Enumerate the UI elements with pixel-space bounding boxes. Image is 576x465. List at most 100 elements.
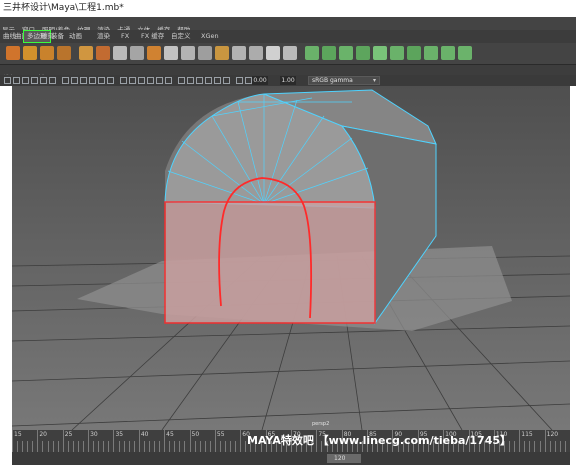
auto-map-icon[interactable]	[424, 46, 438, 60]
cylinder-icon[interactable]	[40, 46, 54, 60]
viewport-tool-icon[interactable]	[40, 77, 47, 84]
viewport-tool-icon[interactable]	[245, 77, 252, 84]
timeline-tick	[67, 441, 69, 452]
bridge-icon[interactable]	[198, 46, 212, 60]
viewport-tool-icon[interactable]	[120, 77, 127, 84]
viewport-tool-icon[interactable]	[147, 77, 154, 84]
insert-edge-loop-icon[interactable]	[305, 46, 319, 60]
timeline-tick	[42, 441, 44, 452]
timeline-tick	[32, 441, 34, 452]
extrude-icon[interactable]	[215, 46, 229, 60]
offset-edge-loop-icon[interactable]	[322, 46, 336, 60]
viewport-tool-icon[interactable]	[22, 77, 29, 84]
cube-icon[interactable]	[23, 46, 37, 60]
viewport-tool-icon[interactable]	[62, 77, 69, 84]
timeline-tick	[143, 441, 145, 452]
shelf-tab-9[interactable]: 自定义	[168, 31, 194, 42]
timeline-tick	[27, 441, 29, 452]
timeline-tick-label: 120	[546, 431, 559, 438]
separate-icon[interactable]	[147, 46, 161, 60]
viewport-tool-icon[interactable]	[196, 77, 203, 84]
multi-cut-icon[interactable]	[283, 46, 297, 60]
append-icon[interactable]	[249, 46, 263, 60]
timeline-tick-label: 50	[191, 431, 200, 438]
mirror-icon[interactable]	[164, 46, 178, 60]
viewport-tool-icon[interactable]	[165, 77, 172, 84]
viewport[interactable]: persp2	[12, 86, 570, 430]
timeline-tick-label: 30	[90, 431, 98, 438]
viewport-tool-icon[interactable]	[223, 77, 230, 84]
window-title: 三井杯设计\Maya\工程1.mb*	[0, 0, 576, 17]
color-space-dropdown[interactable]: sRGB gamma ▾	[308, 76, 380, 85]
pipe-icon[interactable]	[113, 46, 127, 60]
torus-icon[interactable]	[96, 46, 110, 60]
value2-field[interactable]: 1.00	[280, 76, 296, 85]
viewport-tool-icon[interactable]	[71, 77, 78, 84]
planar-map-icon[interactable]	[373, 46, 387, 60]
shelf-tab-4[interactable]: 装备	[48, 31, 67, 42]
viewport-tool-icon[interactable]	[13, 77, 20, 84]
timeline-tick	[169, 441, 171, 452]
shelf-tab-7[interactable]: FX	[118, 31, 132, 42]
camera-label: persp2	[312, 421, 329, 427]
menubar: 显示窗口照明/着色纹理渲染卡通立体缓存帮助	[0, 17, 576, 34]
timeline-tick	[83, 441, 85, 452]
uv-editor-icon[interactable]	[356, 46, 370, 60]
shelf-tab-8[interactable]: FX 缓存	[138, 31, 167, 42]
timeline-tick	[98, 441, 100, 452]
viewport-tool-icon[interactable]	[31, 77, 38, 84]
timeline-tick	[225, 441, 227, 452]
right-edge	[570, 86, 576, 465]
fill-hole-icon[interactable]	[266, 46, 280, 60]
timeline-tick	[133, 441, 135, 452]
timeline-tick-label: 115	[521, 431, 533, 438]
unfold-icon[interactable]	[441, 46, 455, 60]
value1-field[interactable]: 0.00	[252, 76, 268, 85]
timeline-tick	[209, 441, 211, 452]
shelf-tab-5[interactable]: 动画	[66, 31, 85, 42]
viewport-tool-icon[interactable]	[107, 77, 114, 84]
timeline-tick	[93, 441, 95, 452]
viewport-tool-icon[interactable]	[49, 77, 56, 84]
bevel-icon[interactable]	[232, 46, 246, 60]
timeline-tick	[77, 441, 79, 452]
viewport-tool-icon[interactable]	[205, 77, 212, 84]
timeline-tick	[138, 430, 140, 452]
range-end-value: 120	[334, 455, 346, 462]
viewport-tool-icon[interactable]	[98, 77, 105, 84]
timeline-tick	[113, 430, 115, 452]
viewport-tool-icon[interactable]	[156, 77, 163, 84]
target-weld-icon[interactable]	[339, 46, 353, 60]
timeline-tick	[189, 430, 191, 452]
timeline-tick-label: 45	[166, 431, 174, 438]
range-slider[interactable]: 120	[12, 452, 570, 465]
viewport-tool-icon[interactable]	[80, 77, 87, 84]
timeline-tick	[534, 441, 536, 452]
plane-icon[interactable]	[79, 46, 93, 60]
smooth-icon[interactable]	[181, 46, 195, 60]
cylindrical-map-icon[interactable]	[390, 46, 404, 60]
layout-icon[interactable]	[458, 46, 472, 60]
viewport-tool-icon[interactable]	[138, 77, 145, 84]
viewport-tool-icon[interactable]	[89, 77, 96, 84]
timeline-tick	[72, 441, 74, 452]
shelf-tab-10[interactable]: XGen	[198, 31, 222, 42]
timeline-tick	[230, 441, 232, 452]
sphere-icon[interactable]	[6, 46, 20, 60]
cone-icon[interactable]	[57, 46, 71, 60]
viewport-tool-icon[interactable]	[214, 77, 221, 84]
combine-icon[interactable]	[130, 46, 144, 60]
viewport-tool-icon[interactable]	[236, 77, 243, 84]
viewport-tool-icon[interactable]	[129, 77, 136, 84]
timeline-tick	[148, 441, 150, 452]
timeline-tick	[22, 441, 24, 452]
spherical-map-icon[interactable]	[407, 46, 421, 60]
viewport-tool-icon[interactable]	[178, 77, 185, 84]
panel-toolbar: 0.00 1.00 sRGB gamma ▾	[0, 75, 576, 86]
timeline-tick	[37, 430, 39, 452]
color-space-label: sRGB gamma	[312, 77, 353, 84]
viewport-tool-icon[interactable]	[187, 77, 194, 84]
shelf-tab-6[interactable]: 渲染	[94, 31, 113, 42]
viewport-tool-icon[interactable]	[4, 77, 11, 84]
timeline-tick	[88, 430, 90, 452]
